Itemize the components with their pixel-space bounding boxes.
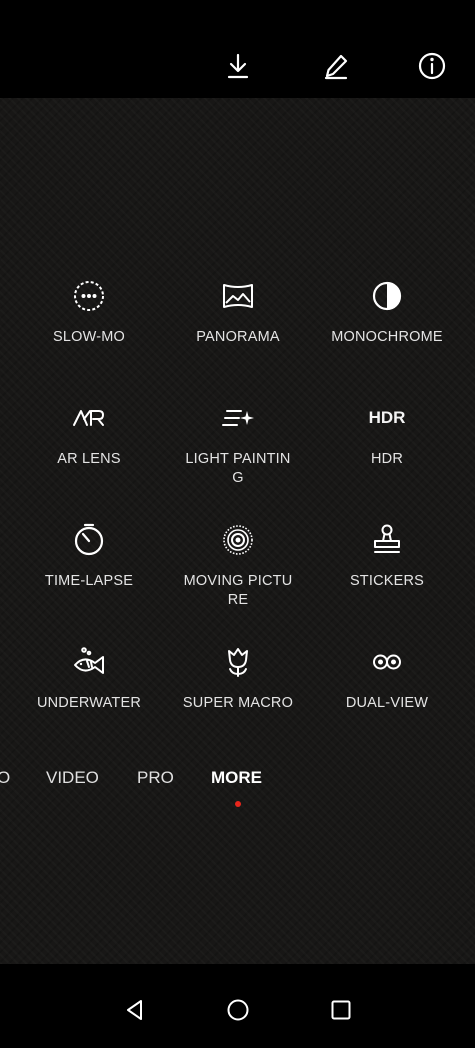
time-lapse-icon xyxy=(70,521,108,559)
mode-label: LIGHT PAINTING xyxy=(185,451,291,486)
mode-time-lapse[interactable]: TIME-LAPSE xyxy=(14,521,164,591)
mode-slow-mo[interactable]: SLOW-MO xyxy=(14,277,164,347)
mode-light-painting[interactable]: LIGHT PAINTING xyxy=(163,399,313,488)
mode-label: SLOW-MO xyxy=(52,329,126,345)
mode-label: PANORAMA xyxy=(196,329,280,345)
top-bar xyxy=(0,0,475,98)
info-icon[interactable] xyxy=(412,46,452,86)
mode-dual-view[interactable]: DUAL-VIEW xyxy=(312,643,462,713)
home-circle-icon[interactable] xyxy=(221,993,255,1027)
mode-ar-lens[interactable]: AR LENS xyxy=(14,399,164,469)
slow-mo-icon xyxy=(70,277,108,315)
mode-hdr[interactable]: HDR HDR xyxy=(312,399,462,469)
mode-super-macro[interactable]: SUPER MACRO xyxy=(163,643,313,713)
active-tab-indicator xyxy=(235,801,241,807)
mode-stickers[interactable]: STICKERS xyxy=(312,521,462,591)
mode-panorama[interactable]: PANORAMA xyxy=(163,277,313,347)
mode-label: TIME-LAPSE xyxy=(44,573,134,589)
mode-label: AR LENS xyxy=(57,451,121,467)
stickers-icon xyxy=(368,521,406,559)
hdr-icon-text: HDR xyxy=(368,408,406,427)
dual-view-icon xyxy=(368,643,406,681)
super-macro-icon xyxy=(219,643,257,681)
monochrome-icon xyxy=(368,277,406,315)
tab-pro[interactable]: PRO xyxy=(137,768,174,788)
moving-picture-icon xyxy=(219,521,257,559)
mode-monochrome[interactable]: MONOCHROME xyxy=(312,277,462,347)
panorama-icon xyxy=(219,277,257,315)
mode-label: UNDERWATER xyxy=(36,695,142,711)
ar-lens-icon xyxy=(70,399,108,437)
mode-label: DUAL-VIEW xyxy=(345,695,429,711)
underwater-icon xyxy=(70,643,108,681)
mode-label: HDR xyxy=(370,451,403,467)
tab-previous-mode[interactable]: O xyxy=(0,768,10,788)
light-painting-icon xyxy=(219,399,257,437)
mode-label: STICKERS xyxy=(349,573,425,589)
mode-label: SUPER MACRO xyxy=(182,695,294,711)
hdr-icon: HDR xyxy=(368,399,406,437)
back-triangle-icon[interactable] xyxy=(118,993,152,1027)
mode-moving-picture[interactable]: MOVING PICTURE xyxy=(163,521,313,610)
mode-label: MONOCHROME xyxy=(331,329,443,345)
pencil-icon[interactable] xyxy=(316,46,356,86)
tab-video[interactable]: VIDEO xyxy=(46,768,99,788)
tab-more[interactable]: MORE xyxy=(211,768,262,788)
navigation-bar xyxy=(0,964,475,1048)
recents-square-icon[interactable] xyxy=(324,993,358,1027)
download-icon[interactable] xyxy=(218,46,258,86)
mode-underwater[interactable]: UNDERWATER xyxy=(14,643,164,713)
mode-label: MOVING PICTURE xyxy=(183,573,293,608)
